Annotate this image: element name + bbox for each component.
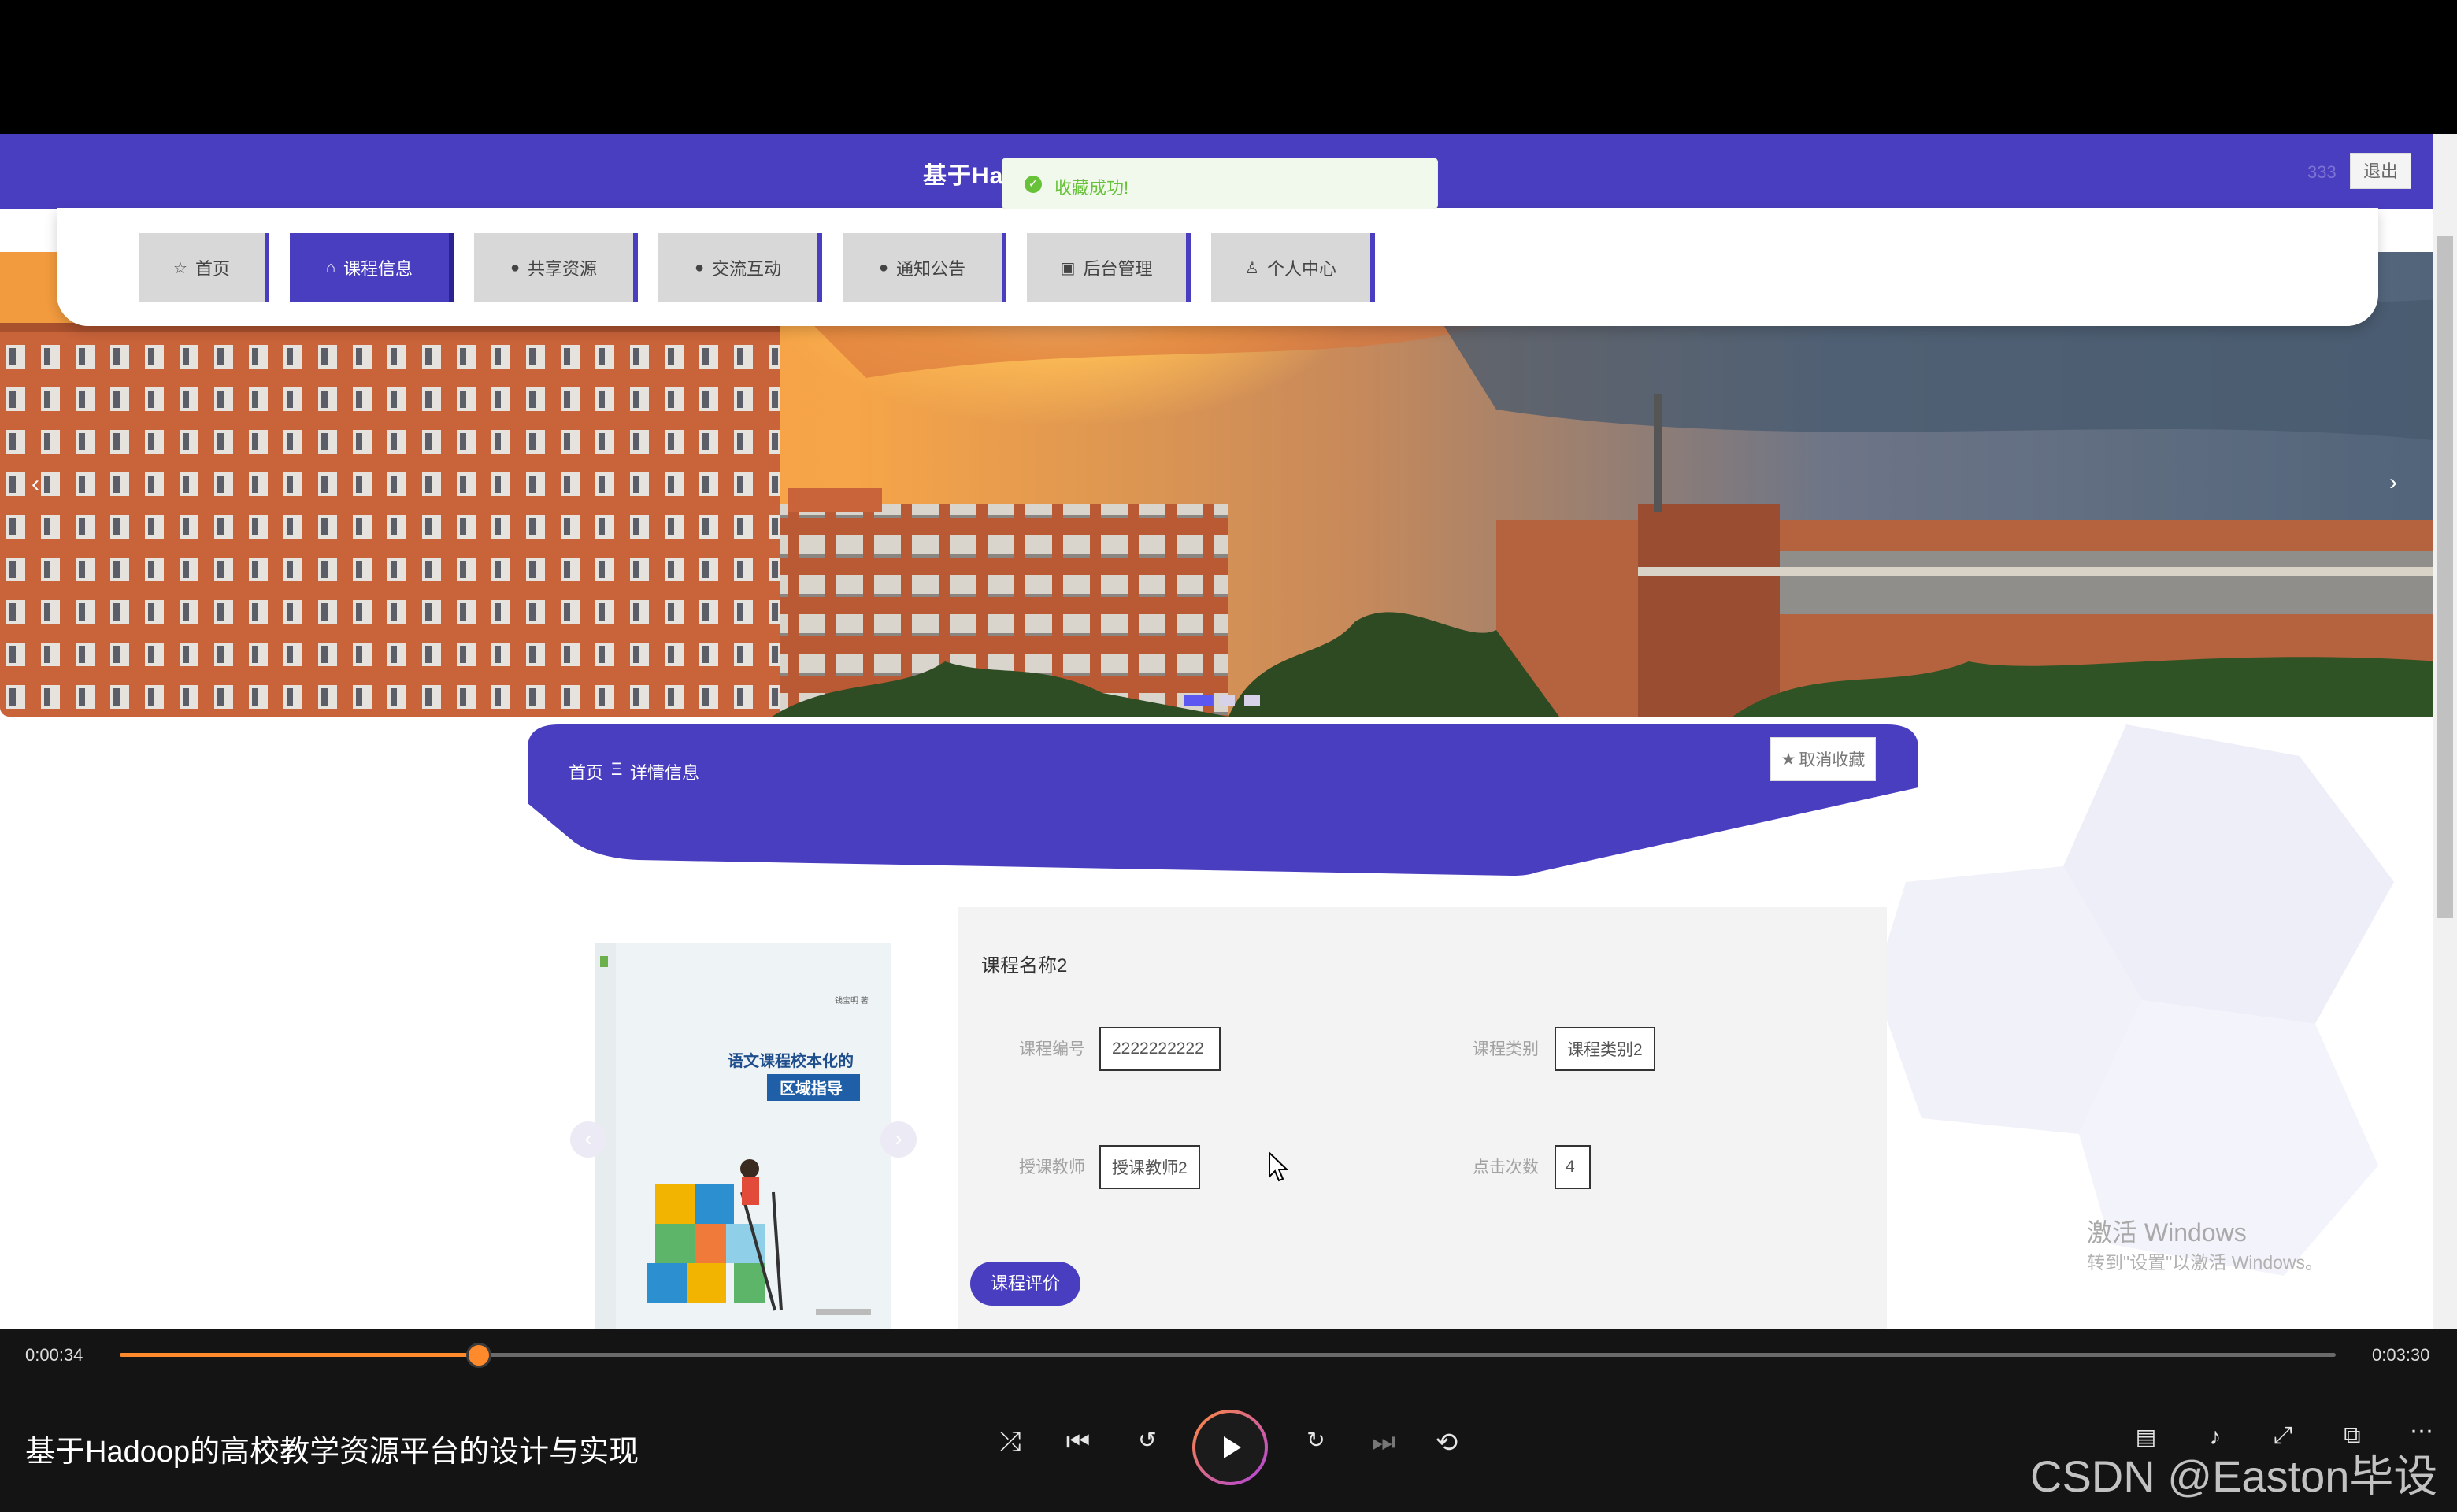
course-cover-image: 钱宝明 著 语文课程校本化的 区域指导: [595, 943, 891, 1329]
web-page: ‹ › 基于Ha 333 退出 ✓ 收藏成功! ☆ 首页 ⌂ 课程信息 ● 共享…: [0, 134, 2457, 1329]
current-time: 0:00:34: [25, 1345, 83, 1365]
question-icon: ●: [694, 258, 705, 276]
nav-item-notices[interactable]: ● 通知公告: [843, 233, 1006, 302]
uncollect-button[interactable]: ★ 取消收藏: [1770, 737, 1876, 781]
repeat-off-icon[interactable]: ⟲: [1427, 1427, 1466, 1458]
play-button[interactable]: [1192, 1410, 1268, 1485]
nav-item-interaction[interactable]: ● 交流互动: [658, 233, 822, 302]
video-player-controls: 0:00:34 0:03:30 基于Hadoop的高校教学资源平台的设计与实现 …: [0, 1329, 2457, 1512]
total-time: 0:03:30: [2372, 1345, 2430, 1365]
gallery-next-button[interactable]: ›: [880, 1121, 917, 1158]
nav-item-admin[interactable]: ▣ 后台管理: [1027, 233, 1191, 302]
course-name: 课程名称2: [981, 955, 1068, 976]
windows-activation-subtitle: 转到"设置"以激活 Windows。: [2087, 1252, 2324, 1273]
book-title-line2: 区域指导: [780, 1079, 843, 1098]
banner-dot-1[interactable]: [1184, 695, 1213, 706]
star-icon: ★: [1781, 750, 1796, 769]
hexagon-decoration: [1874, 724, 2394, 1276]
nav-item-label: 后台管理: [1083, 259, 1153, 279]
user-icon: ♙: [1245, 259, 1259, 277]
click-count-label: 点击次数: [1473, 1158, 1539, 1177]
logout-button[interactable]: 退出: [2350, 153, 2411, 189]
book-author-text: 钱宝明 著: [835, 995, 869, 1006]
shuffle-icon[interactable]: ⤮: [991, 1427, 1030, 1458]
banner-dot-2[interactable]: [1219, 695, 1235, 706]
nav-item-label: 交流互动: [712, 259, 782, 279]
star-icon: ☆: [173, 259, 187, 277]
nav-item-label: 共享资源: [528, 259, 598, 279]
uncollect-label: 取消收藏: [1799, 751, 1866, 769]
breadcrumb-current: 详情信息: [630, 763, 700, 783]
success-toast: ✓ 收藏成功!: [1002, 158, 1438, 209]
nav-item-profile[interactable]: ♙ 个人中心: [1211, 233, 1375, 302]
alert-icon: ●: [510, 258, 521, 276]
banner-dot-3[interactable]: [1244, 695, 1260, 706]
bag-icon: ⌂: [325, 258, 336, 276]
site-title: 基于Ha: [923, 163, 1004, 189]
course-code-field: 2222222222: [1099, 1027, 1221, 1071]
course-category-label: 课程类别: [1473, 1040, 1539, 1058]
mouse-cursor-icon: [1269, 1151, 1288, 1182]
teacher-field: 授课教师2: [1099, 1145, 1200, 1189]
gallery-prev-button[interactable]: ‹: [570, 1121, 606, 1158]
play-icon: [1195, 1413, 1265, 1482]
forward-30-icon[interactable]: ↻: [1296, 1427, 1336, 1453]
video-title: 基于Hadoop的高校教学资源平台的设计与实现: [25, 1436, 639, 1469]
breadcrumb-band: [528, 724, 1918, 876]
nav-item-label: 课程信息: [343, 259, 413, 279]
info-icon: ●: [878, 258, 889, 276]
nav-item-home[interactable]: ☆ 首页: [139, 233, 269, 302]
windows-activation-title: 激活 Windows: [2087, 1218, 2247, 1247]
book-title-line1: 语文课程校本化的: [728, 1051, 854, 1070]
main-nav: ☆ 首页 ⌂ 课程信息 ● 共享资源 ● 交流互动 ● 通知公告 ▣ 后台管理 …: [57, 208, 2378, 326]
toast-message: 收藏成功!: [1054, 178, 1129, 198]
csdn-watermark: CSDN @Easton毕设: [2030, 1451, 2438, 1501]
banner-next-arrow[interactable]: ›: [2389, 469, 2397, 496]
nav-item-label: 通知公告: [896, 259, 966, 279]
breadcrumb-separator: Ξ: [611, 759, 623, 779]
nav-item-label: 首页: [195, 259, 230, 279]
scrollbar-thumb[interactable]: [2437, 236, 2453, 918]
calendar-icon: ▣: [1060, 259, 1076, 277]
username-label: 333: [2307, 162, 2337, 182]
check-circle-icon: ✓: [1025, 176, 1042, 193]
click-count-field: 4: [1555, 1145, 1591, 1189]
page-scrollbar[interactable]: [2433, 134, 2457, 1329]
breadcrumb-home[interactable]: 首页: [569, 759, 603, 784]
next-track-icon[interactable]: ⏭: [1364, 1427, 1403, 1458]
nav-item-courses[interactable]: ⌂ 课程信息: [290, 233, 454, 302]
banner-prev-arrow[interactable]: ‹: [32, 471, 39, 498]
previous-track-icon[interactable]: ⏮: [1058, 1427, 1098, 1458]
rewind-10-icon[interactable]: ↺: [1128, 1427, 1167, 1453]
course-code-label: 课程编号: [1019, 1040, 1085, 1058]
progress-fill: [120, 1353, 479, 1357]
course-review-button[interactable]: 课程评价: [970, 1262, 1080, 1306]
nav-item-label: 个人中心: [1266, 259, 1336, 279]
nav-item-resources[interactable]: ● 共享资源: [474, 233, 638, 302]
teacher-label: 授课教师: [1019, 1158, 1085, 1177]
course-info-panel: [958, 907, 1887, 1329]
course-category-field: 课程类别2: [1555, 1027, 1655, 1071]
progress-handle[interactable]: [466, 1343, 491, 1368]
